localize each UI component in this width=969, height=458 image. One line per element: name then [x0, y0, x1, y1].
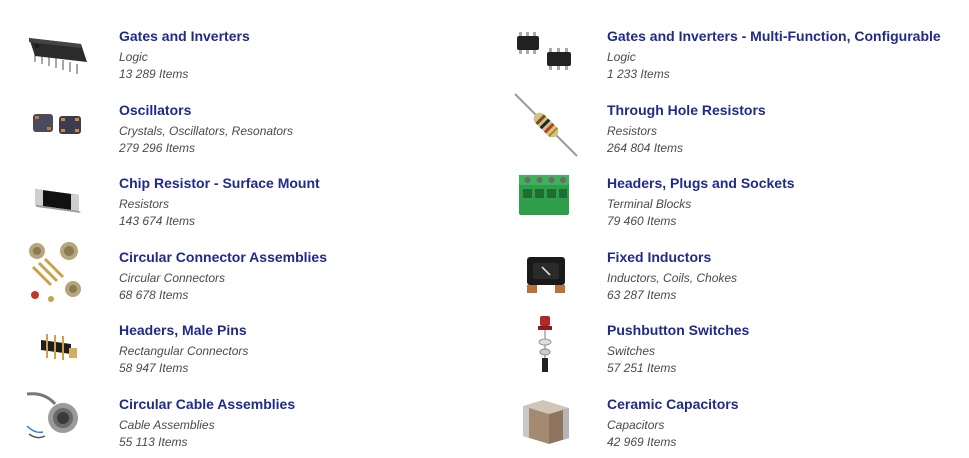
category-count: 68 678 Items	[119, 288, 189, 302]
category-title[interactable]: Oscillators	[119, 102, 191, 118]
category-count: 42 969 Items	[607, 435, 677, 449]
inductor-icon[interactable]	[513, 239, 579, 305]
category-subcategory: Switches	[607, 344, 656, 358]
terminal-block-icon[interactable]	[513, 165, 579, 231]
category-count: 264 804 Items	[607, 141, 684, 155]
category-subcategory: Inductors, Coils, Chokes	[607, 271, 738, 285]
category-grid: Gates and Inverters Logic 13 289 Items G…	[0, 0, 969, 455]
category-title[interactable]: Chip Resistor - Surface Mount	[119, 175, 320, 191]
category-subcategory: Circular Connectors	[119, 271, 226, 285]
axial-resistor-icon[interactable]	[513, 92, 579, 158]
category-item-headers-plugs-sockets[interactable]: Headers, Plugs and Sockets Terminal Bloc…	[513, 165, 969, 237]
category-item-ceramic-capacitors[interactable]: Ceramic Capacitors Capacitors 42 969 Ite…	[513, 386, 969, 458]
smd-ic-icon[interactable]	[513, 18, 579, 84]
category-item-fixed-inductors[interactable]: Fixed Inductors Inductors, Coils, Chokes…	[513, 239, 969, 311]
category-title[interactable]: Circular Connector Assemblies	[119, 249, 327, 265]
category-title[interactable]: Fixed Inductors	[607, 249, 711, 265]
category-subcategory: Crystals, Oscillators, Resonators	[119, 124, 294, 138]
category-count: 63 287 Items	[607, 288, 677, 302]
category-count: 79 460 Items	[607, 214, 677, 228]
category-subcategory: Capacitors	[607, 418, 665, 432]
category-item-gates-and-inverters[interactable]: Gates and Inverters Logic 13 289 Items	[25, 18, 505, 90]
category-subcategory: Resistors	[119, 197, 170, 211]
category-item-headers-male-pins[interactable]: Headers, Male Pins Rectangular Connector…	[25, 312, 505, 384]
category-item-circular-connector-assemblies[interactable]: Circular Connector Assemblies Circular C…	[25, 239, 505, 311]
category-subcategory: Logic	[119, 50, 148, 64]
category-item-chip-resistor[interactable]: Chip Resistor - Surface Mount Resistors …	[25, 165, 505, 237]
category-subcategory: Rectangular Connectors	[119, 344, 249, 358]
category-count: 57 251 Items	[607, 361, 677, 375]
chip-resistor-icon[interactable]	[25, 165, 91, 231]
category-subcategory: Terminal Blocks	[607, 197, 692, 211]
category-count: 1 233 Items	[607, 67, 670, 81]
category-item-circular-cable-assemblies[interactable]: Circular Cable Assemblies Cable Assembli…	[25, 386, 505, 458]
category-title[interactable]: Circular Cable Assemblies	[119, 396, 295, 412]
category-title[interactable]: Through Hole Resistors	[607, 102, 766, 118]
ceramic-capacitor-icon[interactable]	[513, 386, 579, 452]
category-count: 279 296 Items	[119, 141, 196, 155]
dip-ic-icon[interactable]	[25, 18, 91, 84]
circular-connector-icon[interactable]	[25, 239, 91, 305]
category-item-gates-multi-function[interactable]: Gates and Inverters - Multi-Function, Co…	[513, 18, 969, 90]
cable-assembly-icon[interactable]	[25, 386, 91, 452]
category-count: 55 113 Items	[119, 435, 188, 449]
category-count: 13 289 Items	[119, 67, 189, 81]
category-subcategory: Resistors	[607, 124, 658, 138]
category-title[interactable]: Headers, Plugs and Sockets	[607, 175, 795, 191]
oscillator-icon[interactable]	[25, 92, 91, 158]
category-title[interactable]: Gates and Inverters	[119, 28, 250, 44]
category-subcategory: Cable Assemblies	[119, 418, 215, 432]
category-item-pushbutton-switches[interactable]: Pushbutton Switches Switches 57 251 Item…	[513, 312, 969, 384]
category-title[interactable]: Pushbutton Switches	[607, 322, 749, 338]
category-subcategory: Logic	[607, 50, 636, 64]
category-title[interactable]: Headers, Male Pins	[119, 322, 247, 338]
category-count: 143 674 Items	[119, 214, 196, 228]
pushbutton-icon[interactable]	[513, 312, 579, 378]
pin-header-icon[interactable]	[25, 312, 91, 378]
category-title[interactable]: Gates and Inverters - Multi-Function, Co…	[607, 28, 941, 44]
category-item-oscillators[interactable]: Oscillators Crystals, Oscillators, Reson…	[25, 92, 505, 164]
category-title[interactable]: Ceramic Capacitors	[607, 396, 739, 412]
category-item-through-hole-resistors[interactable]: Through Hole Resistors Resistors 264 804…	[513, 92, 969, 164]
category-count: 58 947 Items	[119, 361, 189, 375]
